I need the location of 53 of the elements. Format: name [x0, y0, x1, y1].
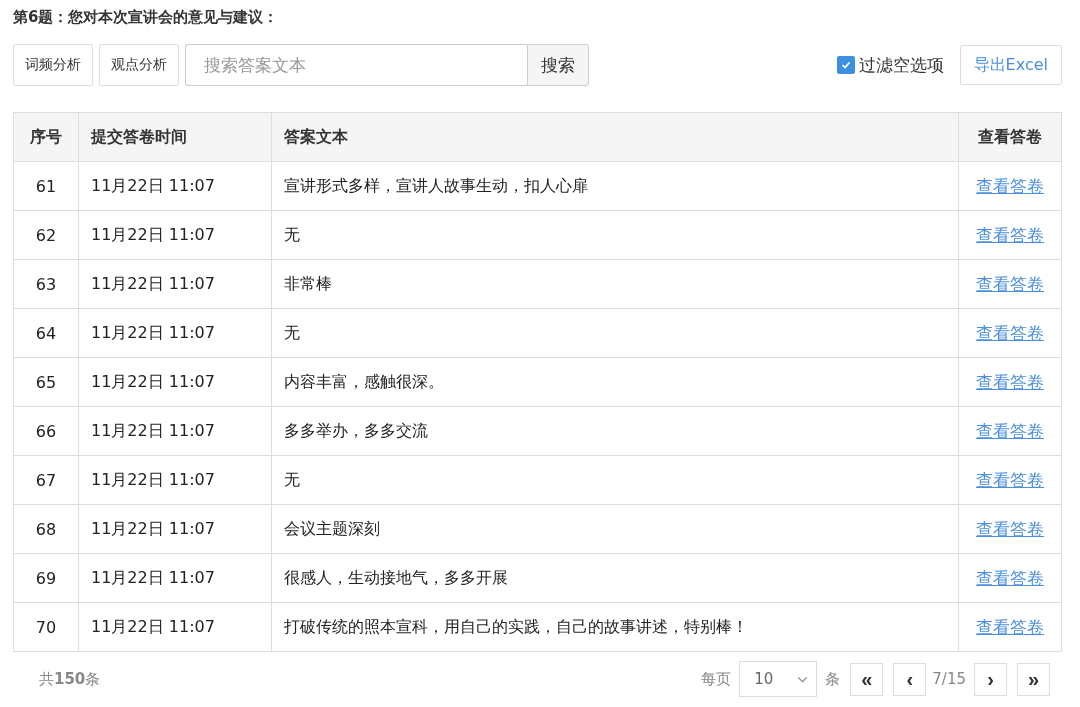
checkmark-icon: [839, 59, 852, 71]
table-cell: 61: [13, 161, 79, 211]
table-cell: 62: [13, 210, 79, 260]
table-cell: 打破传统的照本宣科，用自己的实践，自己的故事讲述，特别棒！: [271, 602, 959, 652]
last-page-button[interactable]: »: [1017, 662, 1050, 696]
total-count: 共150条: [39, 669, 101, 689]
table-cell: 63: [13, 259, 79, 309]
table-cell: 66: [13, 406, 79, 456]
table-cell: 11月22日 11:07: [78, 553, 272, 603]
table-cell: 非常棒: [271, 259, 959, 309]
table-cell: 无: [271, 308, 959, 358]
caret-icon: [797, 675, 809, 683]
table-cell: 11月22日 11:07: [78, 210, 272, 260]
table-cell: 宣讲形式多样，宣讲人故事生动，扣人心扉: [271, 161, 959, 211]
table-cell: 11月22日 11:07: [78, 161, 272, 211]
column-header: 序号: [13, 112, 79, 162]
next-page-button[interactable]: ›: [974, 662, 1007, 696]
table-cell: 11月22日 11:07: [78, 406, 272, 456]
search-field[interactable]: 搜索答案文本: [185, 44, 527, 86]
table-cell: 11月22日 11:07: [78, 308, 272, 358]
previous-page-button[interactable]: ‹: [893, 662, 927, 696]
analysis-button[interactable]: 观点分析: [99, 44, 179, 86]
table-cell: 69: [13, 553, 79, 603]
table-cell: 11月22日 11:07: [78, 455, 272, 505]
table-cell: 内容丰富，感触很深。: [271, 357, 959, 407]
table-cell: 64: [13, 308, 79, 358]
table-cell: 11月22日 11:07: [78, 504, 272, 554]
table-cell: 多多举办，多多交流: [271, 406, 959, 456]
table-cell: 11月22日 11:07: [78, 602, 272, 652]
table-cell: 11月22日 11:07: [78, 357, 272, 407]
export-button[interactable]: 导出Excel: [959, 45, 1062, 85]
per-page-unit: 条: [825, 669, 841, 689]
table-cell: 11月22日 11:07: [78, 259, 272, 309]
table-cell: 70: [13, 602, 79, 652]
column-header: 答案文本: [271, 112, 959, 162]
filter-checkbox[interactable]: [836, 56, 855, 74]
table-cell: 无: [271, 210, 959, 260]
page-indicator: 7/15: [932, 670, 966, 688]
table-cell: 会议主题深刻: [271, 504, 959, 554]
per-page-label: 每页: [701, 669, 732, 689]
table-cell: 68: [13, 504, 79, 554]
table-cell: 无: [271, 455, 959, 505]
column-header: 提交答卷时间: [78, 112, 272, 162]
question-title: 第6题：您对本次宣讲会的意见与建议：: [13, 7, 280, 28]
table-cell: 67: [13, 455, 79, 505]
per-page-select[interactable]: 10: [739, 661, 818, 697]
table-cell: 65: [13, 357, 79, 407]
analysis-button[interactable]: 词频分析: [13, 44, 93, 86]
search-button[interactable]: 搜索: [527, 44, 589, 86]
column-header: 查看答卷: [958, 112, 1062, 162]
filter-label: 过滤空选项: [858, 53, 944, 77]
first-page-button[interactable]: «: [850, 662, 884, 696]
table-cell: 很感人，生动接地气，多多开展: [271, 553, 959, 603]
